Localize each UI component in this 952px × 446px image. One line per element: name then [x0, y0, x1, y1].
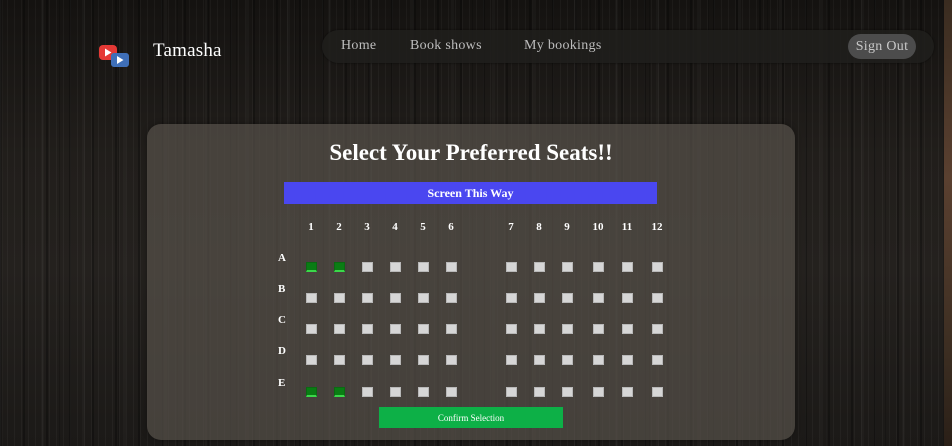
nav-book-shows[interactable]: Book shows: [410, 38, 482, 54]
seat-c4[interactable]: [390, 324, 401, 334]
seat-c2[interactable]: [334, 324, 345, 334]
brand-name[interactable]: Tamasha: [153, 40, 222, 62]
seat-b3[interactable]: [362, 293, 373, 303]
seat-d3[interactable]: [362, 355, 373, 365]
column-number: 5: [420, 221, 426, 233]
column-number: 10: [592, 221, 604, 233]
column-number: 2: [336, 221, 342, 233]
seat-a3[interactable]: [362, 262, 373, 272]
column-number: 4: [392, 221, 398, 233]
seat-d6[interactable]: [446, 355, 457, 365]
column-number: 6: [448, 221, 454, 233]
seat-b11[interactable]: [622, 293, 633, 303]
seat-c5[interactable]: [418, 324, 429, 334]
seat-a6[interactable]: [446, 262, 457, 272]
seat-d7[interactable]: [506, 355, 517, 365]
seat-a4[interactable]: [390, 262, 401, 272]
seat-e11[interactable]: [622, 387, 633, 397]
nav-home[interactable]: Home: [341, 38, 376, 54]
seat-a2[interactable]: [334, 262, 345, 272]
seat-e2[interactable]: [334, 387, 345, 397]
seat-b6[interactable]: [446, 293, 457, 303]
seat-b4[interactable]: [390, 293, 401, 303]
seat-d8[interactable]: [534, 355, 545, 365]
seat-b10[interactable]: [593, 293, 604, 303]
seat-b5[interactable]: [418, 293, 429, 303]
seat-e9[interactable]: [562, 387, 573, 397]
seat-d12[interactable]: [652, 355, 663, 365]
column-number: 8: [536, 221, 542, 233]
seat-a7[interactable]: [506, 262, 517, 272]
seat-c8[interactable]: [534, 324, 545, 334]
seat-c3[interactable]: [362, 324, 373, 334]
seat-c6[interactable]: [446, 324, 457, 334]
seat-b9[interactable]: [562, 293, 573, 303]
seat-e3[interactable]: [362, 387, 373, 397]
seat-e8[interactable]: [534, 387, 545, 397]
youtube-play-icon[interactable]: [98, 44, 132, 70]
seat-c1[interactable]: [306, 324, 317, 334]
seat-b12[interactable]: [652, 293, 663, 303]
sign-out-button[interactable]: Sign Out: [848, 34, 916, 59]
seat-b2[interactable]: [334, 293, 345, 303]
seat-a5[interactable]: [418, 262, 429, 272]
seat-selection-panel: Select Your Preferred Seats!! Screen Thi…: [147, 124, 795, 440]
seat-d2[interactable]: [334, 355, 345, 365]
column-number: 9: [564, 221, 570, 233]
seat-d10[interactable]: [593, 355, 604, 365]
seat-c12[interactable]: [652, 324, 663, 334]
page-title: Select Your Preferred Seats!!: [329, 140, 613, 165]
seat-e10[interactable]: [593, 387, 604, 397]
screen-indicator: Screen This Way: [284, 182, 657, 204]
seat-e6[interactable]: [446, 387, 457, 397]
seat-c10[interactable]: [593, 324, 604, 334]
seat-a9[interactable]: [562, 262, 573, 272]
confirm-selection-button[interactable]: Confirm Selection: [379, 407, 563, 428]
seat-a12[interactable]: [652, 262, 663, 272]
seat-b7[interactable]: [506, 293, 517, 303]
row-label: A: [278, 252, 286, 264]
seat-a10[interactable]: [593, 262, 604, 272]
row-label: C: [278, 314, 286, 326]
column-number: 12: [651, 221, 663, 233]
seat-a8[interactable]: [534, 262, 545, 272]
seat-d4[interactable]: [390, 355, 401, 365]
column-number: 11: [621, 221, 633, 233]
seat-c11[interactable]: [622, 324, 633, 334]
seat-e7[interactable]: [506, 387, 517, 397]
column-number: 1: [308, 221, 314, 233]
seat-d1[interactable]: [306, 355, 317, 365]
column-number: 7: [508, 221, 514, 233]
nav-my-bookings[interactable]: My bookings: [524, 38, 602, 54]
seat-d11[interactable]: [622, 355, 633, 365]
seat-a1[interactable]: [306, 262, 317, 272]
seat-e12[interactable]: [652, 387, 663, 397]
seat-e5[interactable]: [418, 387, 429, 397]
seat-d9[interactable]: [562, 355, 573, 365]
row-label: B: [278, 283, 286, 295]
seat-d5[interactable]: [418, 355, 429, 365]
seat-a11[interactable]: [622, 262, 633, 272]
column-number: 3: [364, 221, 370, 233]
seat-e4[interactable]: [390, 387, 401, 397]
seat-c7[interactable]: [506, 324, 517, 334]
seat-b8[interactable]: [534, 293, 545, 303]
window-edge: [944, 0, 952, 446]
row-label: E: [278, 377, 286, 389]
seat-b1[interactable]: [306, 293, 317, 303]
seat-e1[interactable]: [306, 387, 317, 397]
nav-bar: Home Book shows My bookings: [322, 30, 934, 63]
seat-c9[interactable]: [562, 324, 573, 334]
row-label: D: [278, 345, 286, 357]
